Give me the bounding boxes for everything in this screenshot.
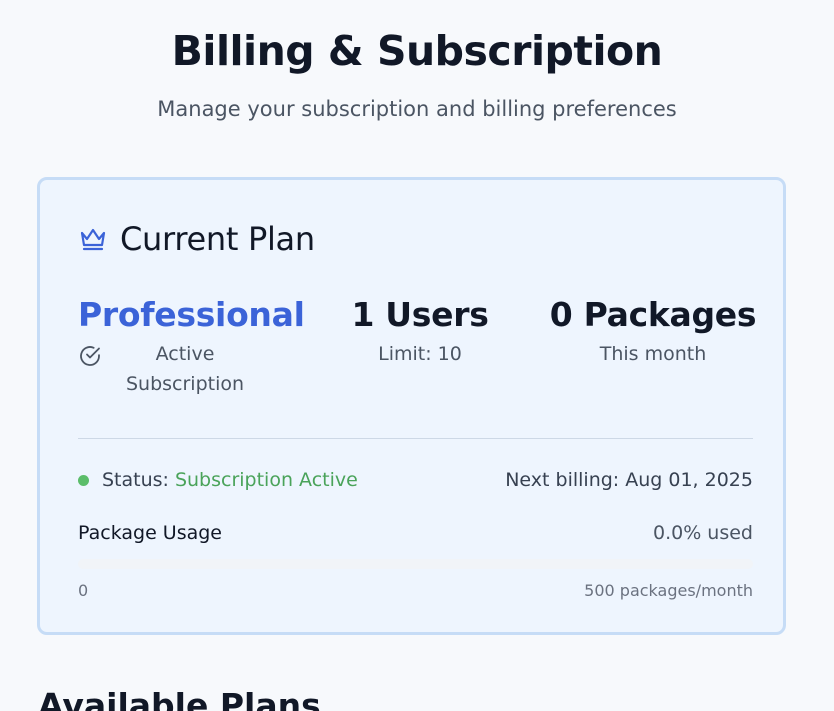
usage-scale-min: 0 bbox=[78, 581, 89, 600]
packages-period: This month bbox=[599, 343, 707, 365]
usage-label: Package Usage bbox=[78, 522, 222, 544]
usage-percent: 0.0% used bbox=[652, 522, 753, 544]
usage-scale: 0 500 packages/month bbox=[78, 581, 753, 600]
available-plans-title: Available Plans bbox=[38, 686, 321, 711]
plan-name: Professional bbox=[78, 295, 305, 334]
usage-row: Package Usage 0.0% used bbox=[78, 522, 753, 544]
current-plan-card: Current Plan Professional Active Subscri… bbox=[37, 177, 786, 635]
packages-value: 0 Packages bbox=[549, 295, 757, 334]
plan-status-text: Active Subscription bbox=[125, 343, 245, 395]
page-title: Billing & Subscription bbox=[171, 27, 663, 75]
usage-scale-max: 500 packages/month bbox=[584, 581, 753, 600]
packages-stat: 0 Packages This month bbox=[548, 295, 758, 369]
crown-icon bbox=[78, 224, 108, 254]
users-value: 1 Users bbox=[351, 295, 489, 334]
check-circle-icon bbox=[78, 344, 102, 368]
billing-page: Billing & Subscription Manage your subsc… bbox=[0, 0, 834, 711]
users-stat: 1 Users Limit: 10 bbox=[335, 295, 505, 369]
plan-status: Active Subscription bbox=[78, 339, 288, 399]
status-label: Status: bbox=[102, 469, 169, 491]
page-subtitle: Manage your subscription and billing pre… bbox=[157, 97, 677, 121]
current-plan-header: Current Plan bbox=[78, 220, 315, 258]
next-billing: Next billing: Aug 01, 2025 bbox=[505, 469, 753, 491]
status-dot-icon bbox=[78, 474, 89, 486]
divider bbox=[78, 438, 753, 439]
plan-stat: Professional Active Subscription bbox=[78, 295, 305, 399]
status-value: Subscription Active bbox=[174, 469, 358, 491]
status-row: Status: Subscription Active Next billing… bbox=[78, 469, 753, 491]
card-title: Current Plan bbox=[120, 220, 315, 258]
subscription-status: Status: Subscription Active bbox=[78, 469, 358, 491]
users-limit: Limit: 10 bbox=[378, 343, 462, 365]
usage-progress-bar bbox=[78, 559, 753, 569]
